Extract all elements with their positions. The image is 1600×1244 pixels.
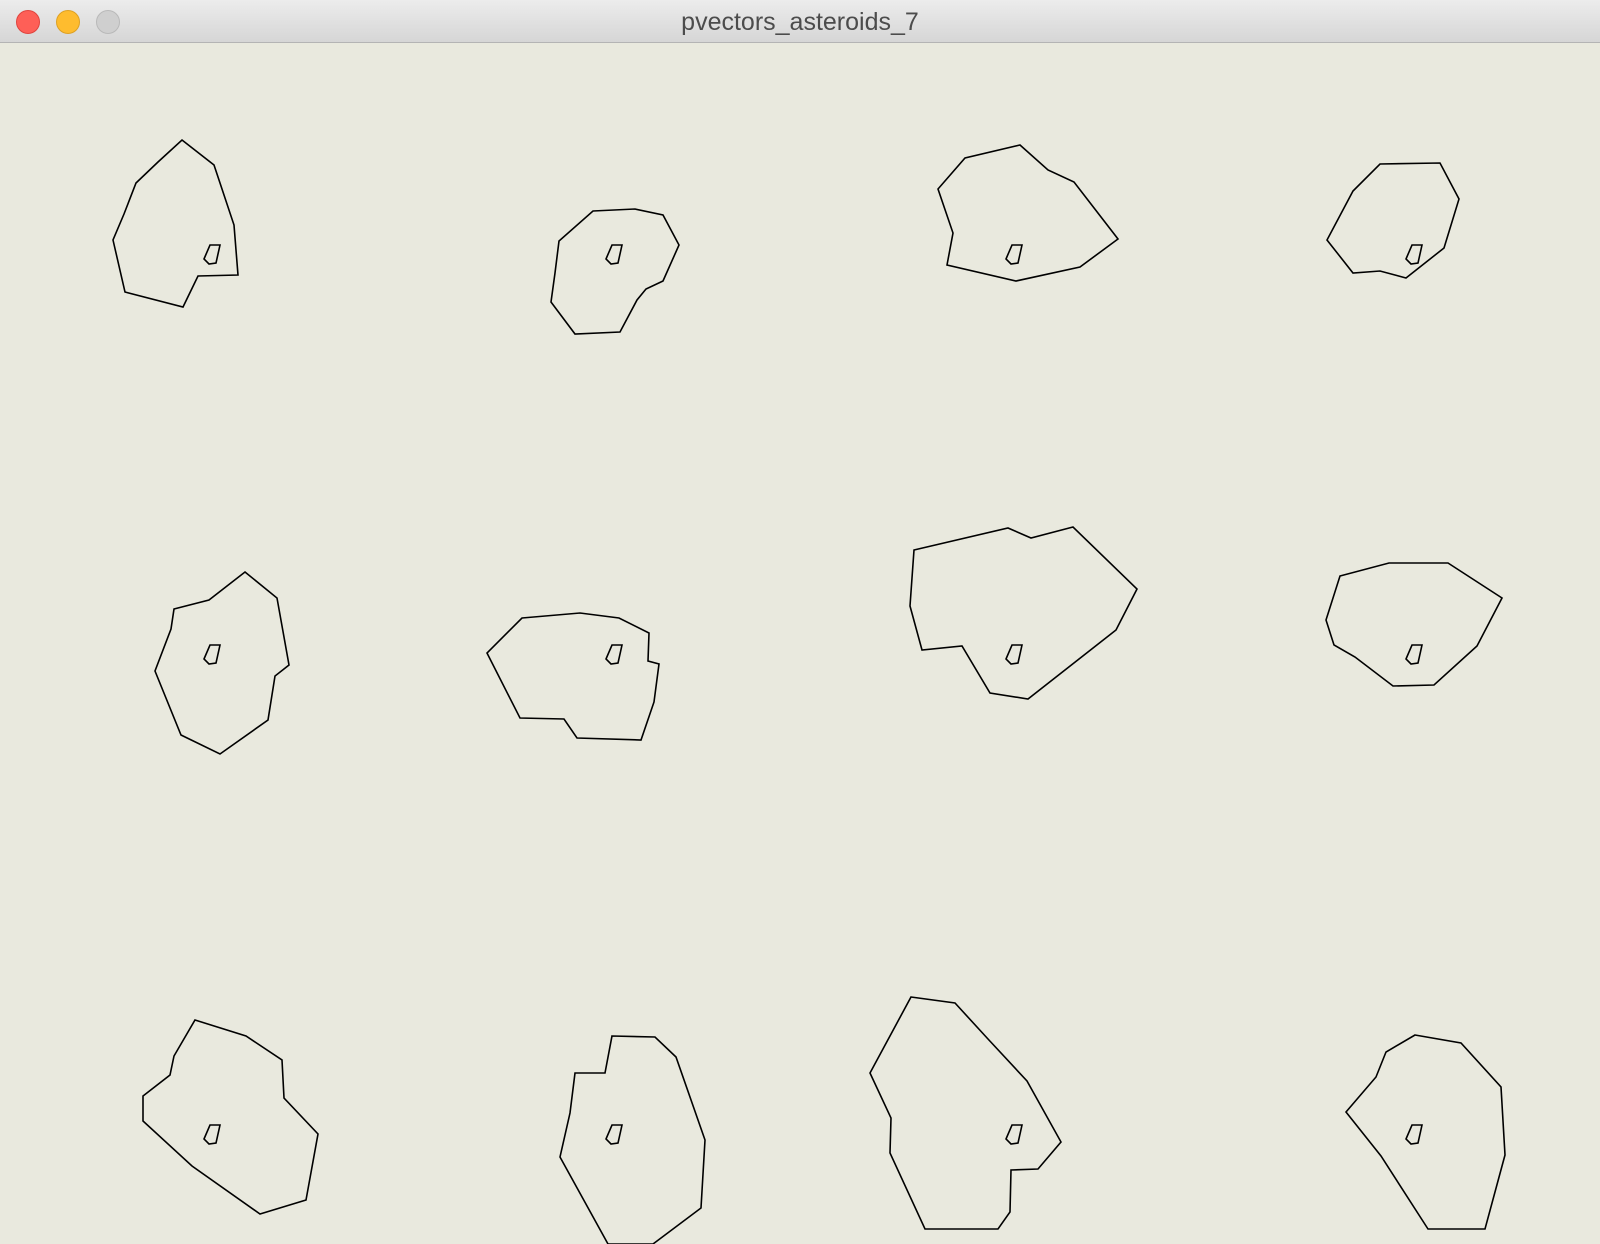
asteroid [112, 138, 239, 308]
asteroid [550, 208, 680, 335]
asteroid-outline [154, 570, 290, 755]
window-title: pvectors_asteroids_7 [681, 8, 919, 36]
asteroid-marker [1005, 644, 1023, 665]
asteroid-outline [550, 208, 680, 335]
asteroid [1326, 162, 1460, 279]
asteroid-outline [559, 1035, 706, 1244]
asteroid-marker [605, 1124, 623, 1145]
asteroid [154, 570, 290, 755]
asteroid-marker [1005, 244, 1023, 265]
asteroid-outline [486, 612, 660, 741]
asteroid-outline [1326, 162, 1460, 279]
asteroid-marker [1405, 1124, 1423, 1145]
asteroid-marker [203, 244, 221, 265]
asteroid-marker [605, 244, 623, 265]
asteroid-marker [203, 644, 221, 665]
asteroid [486, 612, 660, 741]
asteroid-marker [1405, 644, 1423, 665]
asteroid [937, 144, 1120, 282]
asteroid [559, 1035, 706, 1244]
asteroid-marker [1005, 1124, 1023, 1145]
asteroid [142, 1019, 319, 1215]
asteroid-outline [1325, 562, 1504, 687]
asteroid-outline [909, 526, 1138, 700]
sketch-canvas[interactable] [0, 43, 1600, 1244]
asteroid [869, 996, 1062, 1230]
asteroid [1325, 562, 1504, 687]
asteroid-outline [112, 138, 239, 308]
title-bar[interactable]: pvectors_asteroids_7 [0, 0, 1600, 43]
asteroid-outline [937, 144, 1120, 282]
asteroid [1344, 1034, 1506, 1230]
asteroid-marker [1405, 244, 1423, 265]
app-window: pvectors_asteroids_7 [0, 0, 1600, 1244]
asteroid-outline [142, 1019, 319, 1215]
asteroid-marker [605, 644, 623, 665]
asteroid [909, 526, 1138, 700]
asteroid-marker [203, 1124, 221, 1145]
asteroid-field [112, 138, 1506, 1244]
asteroid-outline [1344, 1034, 1506, 1230]
asteroid-outline [869, 996, 1062, 1230]
